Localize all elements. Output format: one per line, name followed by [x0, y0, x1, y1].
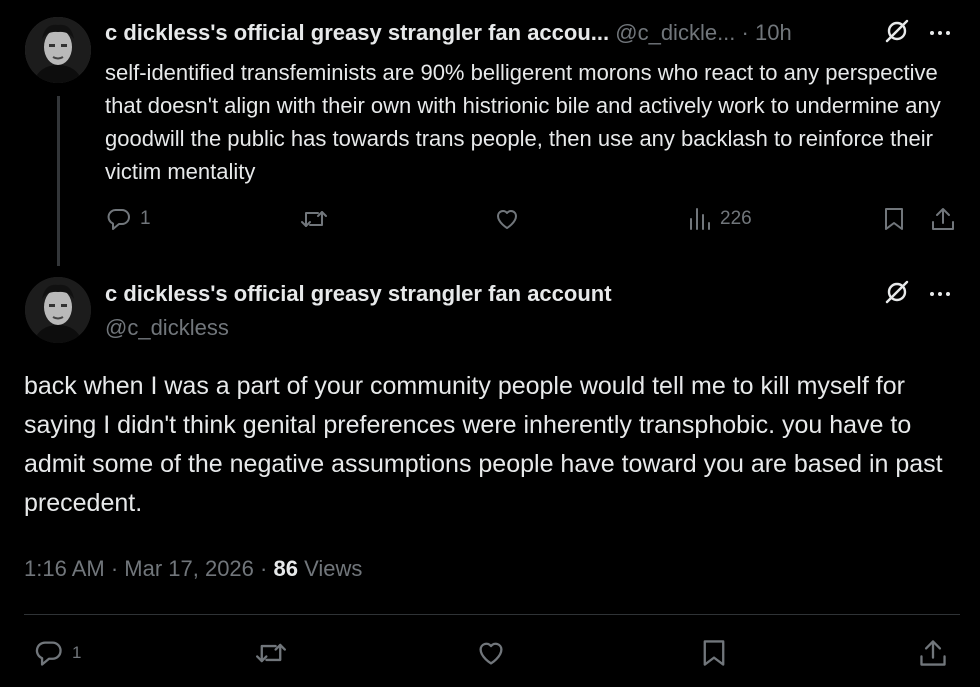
like-button[interactable]: [476, 638, 506, 668]
share-button[interactable]: [930, 206, 956, 232]
more-icon[interactable]: [930, 292, 950, 296]
reply-tweet-header: c dickless's official greasy strangler f…: [105, 18, 792, 48]
retweet-icon: [255, 643, 286, 663]
bookmark-icon: [703, 640, 725, 666]
reply-icon: [107, 209, 130, 230]
view-count: 226: [720, 208, 752, 229]
reply-tweet-actions: 1 226: [0, 206, 980, 240]
reply-tweet-top-actions: [884, 18, 950, 48]
bookmark-button[interactable]: [882, 206, 906, 232]
like-button[interactable]: [494, 206, 520, 232]
views-label: Views: [304, 556, 363, 581]
views-icon: [690, 208, 710, 230]
separator: ·: [741, 20, 749, 45]
retweet-button[interactable]: [254, 638, 288, 668]
reply-count: 1: [72, 643, 82, 662]
display-name[interactable]: c dickless's official greasy strangler f…: [105, 20, 609, 45]
reply-tweet-text: self-identified transfeminists are 90% b…: [105, 60, 941, 184]
views-button[interactable]: 226: [688, 206, 752, 232]
more-icon[interactable]: [930, 31, 950, 35]
grok-icon[interactable]: [884, 279, 910, 310]
avatar[interactable]: [25, 277, 91, 343]
reply-button[interactable]: 1: [106, 206, 151, 232]
retweet-button[interactable]: [300, 206, 328, 232]
reply-button[interactable]: 1: [34, 638, 81, 668]
heart-icon: [479, 642, 503, 665]
bookmark-button[interactable]: [700, 638, 728, 668]
handle[interactable]: @c_dickless: [105, 313, 229, 343]
share-icon: [920, 640, 946, 666]
timestamp[interactable]: 10h: [755, 20, 792, 45]
heart-icon: [497, 210, 517, 229]
reply-icon: [35, 641, 62, 666]
tweet-meta: 1:16 AM · Mar 17, 2026 · 86 Views: [24, 554, 362, 584]
bookmark-icon: [885, 208, 903, 230]
thread-connector-line: [57, 96, 60, 266]
divider: [24, 614, 960, 615]
reply-count: 1: [140, 208, 151, 229]
views-count: 86: [273, 556, 298, 581]
display-name[interactable]: c dickless's official greasy strangler f…: [105, 279, 612, 309]
main-tweet-top-actions: [884, 279, 950, 309]
avatar[interactable]: [25, 17, 91, 83]
handle[interactable]: @c_dickle...: [615, 20, 735, 45]
timestamp[interactable]: 1:16 AM · Mar 17, 2026 ·: [24, 556, 267, 581]
share-icon: [932, 208, 954, 230]
main-tweet-text: back when I was a part of your community…: [24, 372, 943, 517]
share-button[interactable]: [918, 638, 948, 668]
main-tweet-actions: 1: [0, 636, 980, 676]
grok-icon[interactable]: [884, 18, 910, 49]
retweet-icon: [301, 211, 327, 227]
